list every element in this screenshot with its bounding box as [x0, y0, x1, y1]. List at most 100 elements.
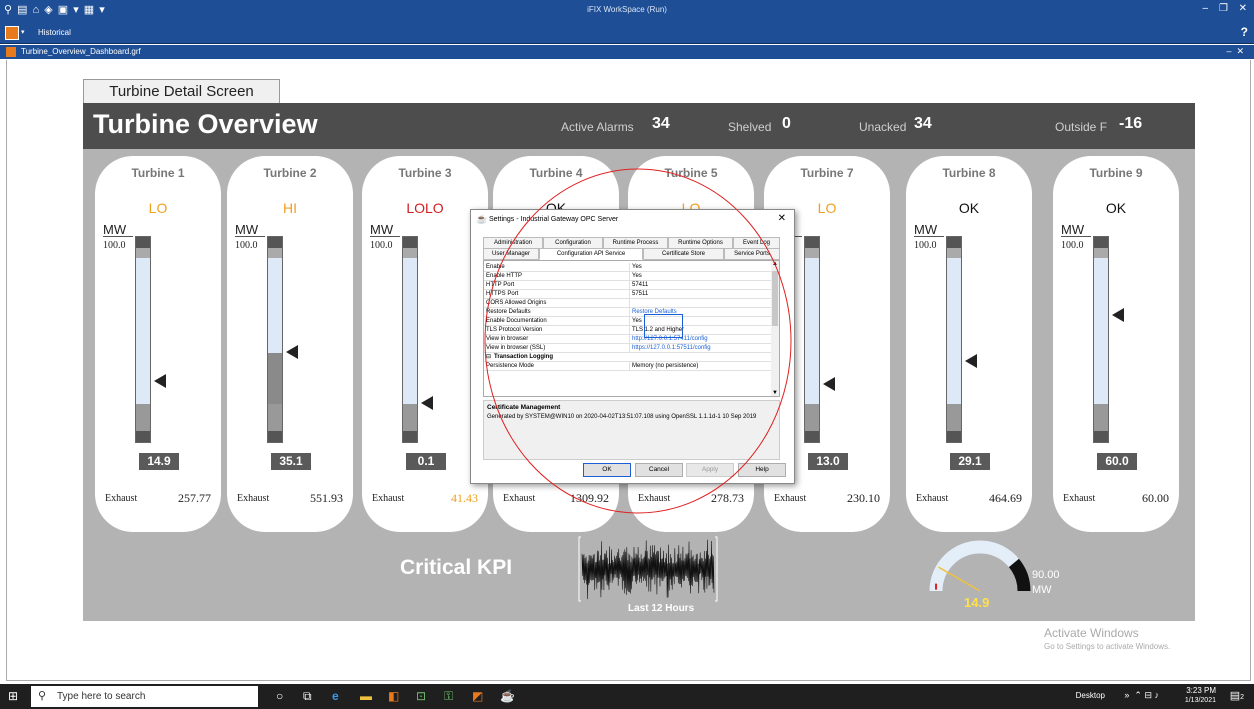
active-alarms-label: Active Alarms: [561, 120, 634, 134]
file-explorer-icon[interactable]: ▬: [360, 689, 372, 703]
ifix-icon[interactable]: ◧: [388, 689, 399, 703]
bar-fill: [136, 382, 150, 404]
unacked-label: Unacked: [859, 120, 907, 134]
trend-period-label: Last 12 Hours: [628, 603, 695, 614]
app-icon-3[interactable]: ◩: [472, 689, 483, 703]
mw-value: 13.0: [808, 453, 848, 470]
turbine-state: HI: [283, 200, 297, 216]
level-pointer-icon: [421, 395, 433, 410]
level-pointer-icon: [823, 377, 835, 392]
notification-count: 2: [1240, 694, 1244, 701]
bar-lolo-zone: [947, 431, 961, 442]
turbine-state: LO: [148, 200, 168, 216]
exhaust-value: 60.00: [1142, 491, 1169, 505]
mw-gauge: [929, 540, 1031, 592]
start-button[interactable]: ⊞: [8, 689, 18, 703]
title-bar: ⚲ ▤ ⌂ ◈ ▣ ▾ ▦ ▾ iFIX WorkSpace (Run) – ❐…: [0, 0, 1254, 22]
bar-lolo-zone: [136, 431, 150, 442]
app-menu-chevron-icon[interactable]: ▾: [21, 28, 25, 36]
mw-level-bar: [135, 236, 151, 443]
kepware-icon[interactable]: ☕: [500, 689, 515, 703]
help-icon[interactable]: ?: [1241, 25, 1248, 39]
menu-historical[interactable]: Historical: [38, 28, 71, 37]
clock-time[interactable]: 3:23 PM: [1186, 686, 1216, 695]
mw-label: MW: [914, 222, 938, 237]
mw-level-bar: [804, 236, 820, 443]
turbine-name: Turbine 9: [1089, 166, 1143, 180]
desktop-toolbar[interactable]: Desktop: [1076, 691, 1105, 700]
bar-lo-zone: [403, 404, 417, 431]
bar-hihi-zone: [268, 237, 282, 248]
exhaust-label: Exhaust: [916, 493, 949, 504]
notification-icon[interactable]: ▤2: [1230, 689, 1244, 702]
mw-value: 0.1: [406, 453, 446, 470]
exhaust-value: 230.10: [847, 491, 880, 505]
exhaust-label: Exhaust: [372, 493, 405, 504]
mw-label: MW: [103, 222, 127, 237]
mw-underline: [914, 236, 944, 237]
task-view-icon[interactable]: ⧉: [303, 689, 312, 704]
document-name[interactable]: Turbine_Overview_Dashboard.grf: [21, 47, 141, 56]
bar-lolo-zone: [805, 431, 819, 442]
turbine-name: Turbine 8: [942, 166, 996, 180]
gauge-needle: [938, 566, 981, 592]
unacked-value: 34: [914, 115, 932, 132]
minimize-icon[interactable]: –: [1202, 3, 1208, 14]
range-max: 100.0: [235, 240, 258, 251]
gauge-high-zone: [1008, 558, 1031, 592]
turbine-detail-screen-button[interactable]: Turbine Detail Screen: [83, 79, 280, 104]
taskbar: ⊞ ⚲ Type here to search ○ ⧉ e ▬ ◧ ⊡ ⚿ ◩ …: [0, 684, 1254, 709]
clock-date[interactable]: 1/13/2021: [1185, 697, 1216, 704]
critical-kpi-title: Critical KPI: [400, 556, 513, 579]
page-title: Turbine Overview: [93, 109, 318, 139]
turbine-card[interactable]: Turbine 2 HI MW 100.0 35.1 Exhaust 551.93: [227, 156, 353, 532]
exhaust-value: 464.69: [989, 491, 1022, 505]
tray-icons[interactable]: » ⌃ ⊟ ♪: [1124, 690, 1159, 701]
bar-lo-zone: [1094, 404, 1108, 431]
bar-hihi-zone: [136, 237, 150, 248]
gauge-value: 14.9: [964, 595, 990, 610]
mw-level-bar: [402, 236, 418, 443]
mw-label: MW: [1061, 222, 1085, 237]
bar-hi-zone: [947, 248, 961, 258]
range-max: 100.0: [103, 240, 126, 251]
turbine-name: Turbine 3: [398, 166, 452, 180]
turbine-card[interactable]: Turbine 8 OK MW 100.0 29.1 Exhaust 464.69: [906, 156, 1032, 532]
turbine-state: OK: [1105, 200, 1127, 216]
document-window-controls[interactable]: – ✕: [1226, 46, 1244, 57]
outside-temp-value: -16: [1119, 115, 1143, 132]
bar-hihi-zone: [805, 237, 819, 248]
close-icon[interactable]: ✕: [1239, 3, 1247, 14]
app-menu-icon[interactable]: [5, 26, 19, 40]
activation-watermark-subtitle: Go to Settings to activate Windows.: [1044, 642, 1171, 651]
window-title: iFIX WorkSpace (Run): [587, 5, 667, 14]
document-tab: Turbine_Overview_Dashboard.grf – ✕: [0, 45, 1254, 59]
shelved-value: 0: [782, 115, 791, 132]
search-icon: ⚲: [38, 690, 47, 702]
outside-temp-label: Outside F: [1055, 120, 1108, 134]
bar-lolo-zone: [403, 431, 417, 442]
app-icon-2[interactable]: ⚿: [444, 689, 453, 704]
bar-hi-zone: [136, 248, 150, 258]
cortana-icon[interactable]: ○: [276, 689, 283, 703]
turbine-card[interactable]: Turbine 9 OK MW 100.0 60.0 Exhaust 60.00: [1053, 156, 1179, 532]
range-max: 100.0: [914, 240, 937, 251]
level-pointer-icon: [965, 353, 977, 368]
exhaust-value: 41.43: [451, 491, 478, 505]
exhaust-value: 551.93: [310, 491, 343, 505]
turbine-name: Turbine 2: [263, 166, 317, 180]
bar-hi-zone: [1094, 248, 1108, 258]
mw-underline: [1061, 236, 1091, 237]
menu-bar: ▾ Historical ?: [0, 22, 1254, 44]
turbine-card[interactable]: Turbine 1 LO MW 100.0 14.9 Exhaust 257.77: [95, 156, 221, 532]
trend-line: [581, 539, 715, 600]
bar-lo-zone: [805, 404, 819, 431]
taskbar-search[interactable]: ⚲ Type here to search: [31, 686, 258, 707]
edge-icon[interactable]: e: [332, 689, 339, 703]
level-pointer-icon: [1112, 308, 1124, 323]
kpi-trend-sparkline: [578, 536, 718, 602]
bar-hi-zone: [403, 248, 417, 258]
app-icon-1[interactable]: ⊡: [416, 689, 426, 703]
mw-level-bar: [267, 236, 283, 443]
restore-icon[interactable]: ❐: [1219, 3, 1228, 14]
